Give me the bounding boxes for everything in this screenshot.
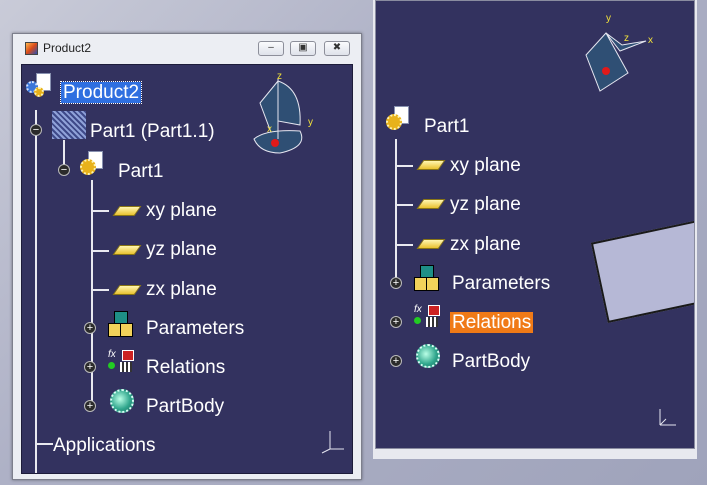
collapse-icon[interactable]: − bbox=[30, 124, 42, 136]
tree-node-partbody[interactable]: PartBody bbox=[452, 351, 530, 373]
plane-icon[interactable] bbox=[112, 245, 142, 255]
tree-node-part1[interactable]: Part1 bbox=[118, 161, 163, 183]
plane-icon[interactable] bbox=[112, 206, 142, 216]
part-icon[interactable] bbox=[386, 106, 409, 130]
title-bar[interactable]: Product2 ‒ ▣ ✖ bbox=[13, 34, 361, 62]
compass-widget[interactable] bbox=[576, 13, 666, 101]
tree-node-zx-plane[interactable]: zx plane bbox=[450, 234, 521, 256]
axis-triad-icon bbox=[659, 409, 676, 426]
tree-node-yz-plane[interactable]: yz plane bbox=[450, 194, 521, 216]
axis-triad-icon bbox=[321, 431, 344, 454]
plane-icon[interactable] bbox=[112, 285, 142, 295]
tree-line bbox=[35, 110, 37, 473]
minimize-button[interactable]: ‒ bbox=[258, 41, 284, 56]
expand-icon[interactable]: + bbox=[84, 400, 96, 412]
tree-node-xy-plane[interactable]: xy plane bbox=[146, 200, 217, 222]
viewport-3d-right[interactable]: Part1 xy plane yz plane zx plane + Param… bbox=[375, 0, 695, 449]
plane-geometry[interactable] bbox=[590, 217, 694, 323]
tree-node-xy-plane[interactable]: xy plane bbox=[450, 155, 521, 177]
expand-icon[interactable]: + bbox=[84, 322, 96, 334]
tree-line bbox=[91, 250, 109, 252]
tree-node-zx-plane[interactable]: zx plane bbox=[146, 279, 217, 301]
parameters-icon[interactable] bbox=[414, 265, 439, 291]
expand-icon[interactable]: + bbox=[390, 316, 402, 328]
collapse-icon[interactable]: − bbox=[58, 164, 70, 176]
tree-node-label: Relations bbox=[450, 312, 534, 333]
tree-node-partbody[interactable]: PartBody bbox=[146, 396, 224, 418]
axis-label: x bbox=[648, 35, 653, 46]
app-icon bbox=[25, 42, 38, 55]
component-icon[interactable] bbox=[52, 111, 86, 139]
tree-line bbox=[395, 139, 397, 289]
relations-icon[interactable]: fx bbox=[414, 304, 440, 328]
viewport-3d[interactable]: Product2 − Part1 (Part1.1) − Part1 xy pl… bbox=[21, 64, 353, 474]
expand-icon[interactable]: + bbox=[390, 355, 402, 367]
partbody-icon[interactable] bbox=[416, 344, 440, 368]
tree-node-relations[interactable]: Relations bbox=[146, 357, 225, 379]
plane-icon[interactable] bbox=[416, 199, 446, 209]
expand-icon[interactable]: + bbox=[390, 277, 402, 289]
product2-window: Product2 ‒ ▣ ✖ Product2 − Part1 (Part1.1… bbox=[12, 33, 362, 480]
expand-icon[interactable]: + bbox=[84, 361, 96, 373]
tree-node-applications[interactable]: Applications bbox=[53, 435, 155, 457]
tree-node-relations[interactable]: Relations bbox=[450, 312, 534, 334]
tree-node-part-instance[interactable]: Part1 (Part1.1) bbox=[90, 121, 215, 143]
maximize-button[interactable]: ▣ bbox=[290, 41, 316, 56]
product-icon[interactable] bbox=[26, 73, 51, 97]
axis-label: x bbox=[267, 124, 272, 135]
tree-node-product2[interactable]: Product2 bbox=[59, 81, 143, 104]
tree-line bbox=[395, 244, 413, 246]
tree-line bbox=[35, 443, 53, 445]
relations-icon[interactable]: fx bbox=[108, 349, 134, 373]
tree-line bbox=[91, 210, 109, 212]
axis-label: z bbox=[277, 71, 282, 82]
tree-node-yz-plane[interactable]: yz plane bbox=[146, 239, 217, 261]
compass-widget[interactable] bbox=[250, 73, 322, 159]
part-icon[interactable] bbox=[80, 151, 103, 175]
window-title: Product2 bbox=[43, 41, 92, 55]
tree-node-part1[interactable]: Part1 bbox=[424, 116, 469, 138]
tree-node-label: Product2 bbox=[59, 81, 143, 104]
tree-line bbox=[395, 204, 413, 206]
close-button[interactable]: ✖ bbox=[324, 41, 350, 56]
plane-icon[interactable] bbox=[416, 239, 446, 249]
tree-line bbox=[91, 289, 109, 291]
plane-icon[interactable] bbox=[416, 160, 446, 170]
parameters-icon[interactable] bbox=[108, 311, 133, 337]
axis-label: z bbox=[624, 33, 629, 44]
axis-label: y bbox=[308, 117, 313, 128]
tree-node-parameters[interactable]: Parameters bbox=[146, 318, 244, 340]
partbody-icon[interactable] bbox=[110, 389, 134, 413]
tree-line bbox=[395, 165, 413, 167]
tree-node-parameters[interactable]: Parameters bbox=[452, 273, 550, 295]
axis-label: y bbox=[606, 13, 611, 24]
